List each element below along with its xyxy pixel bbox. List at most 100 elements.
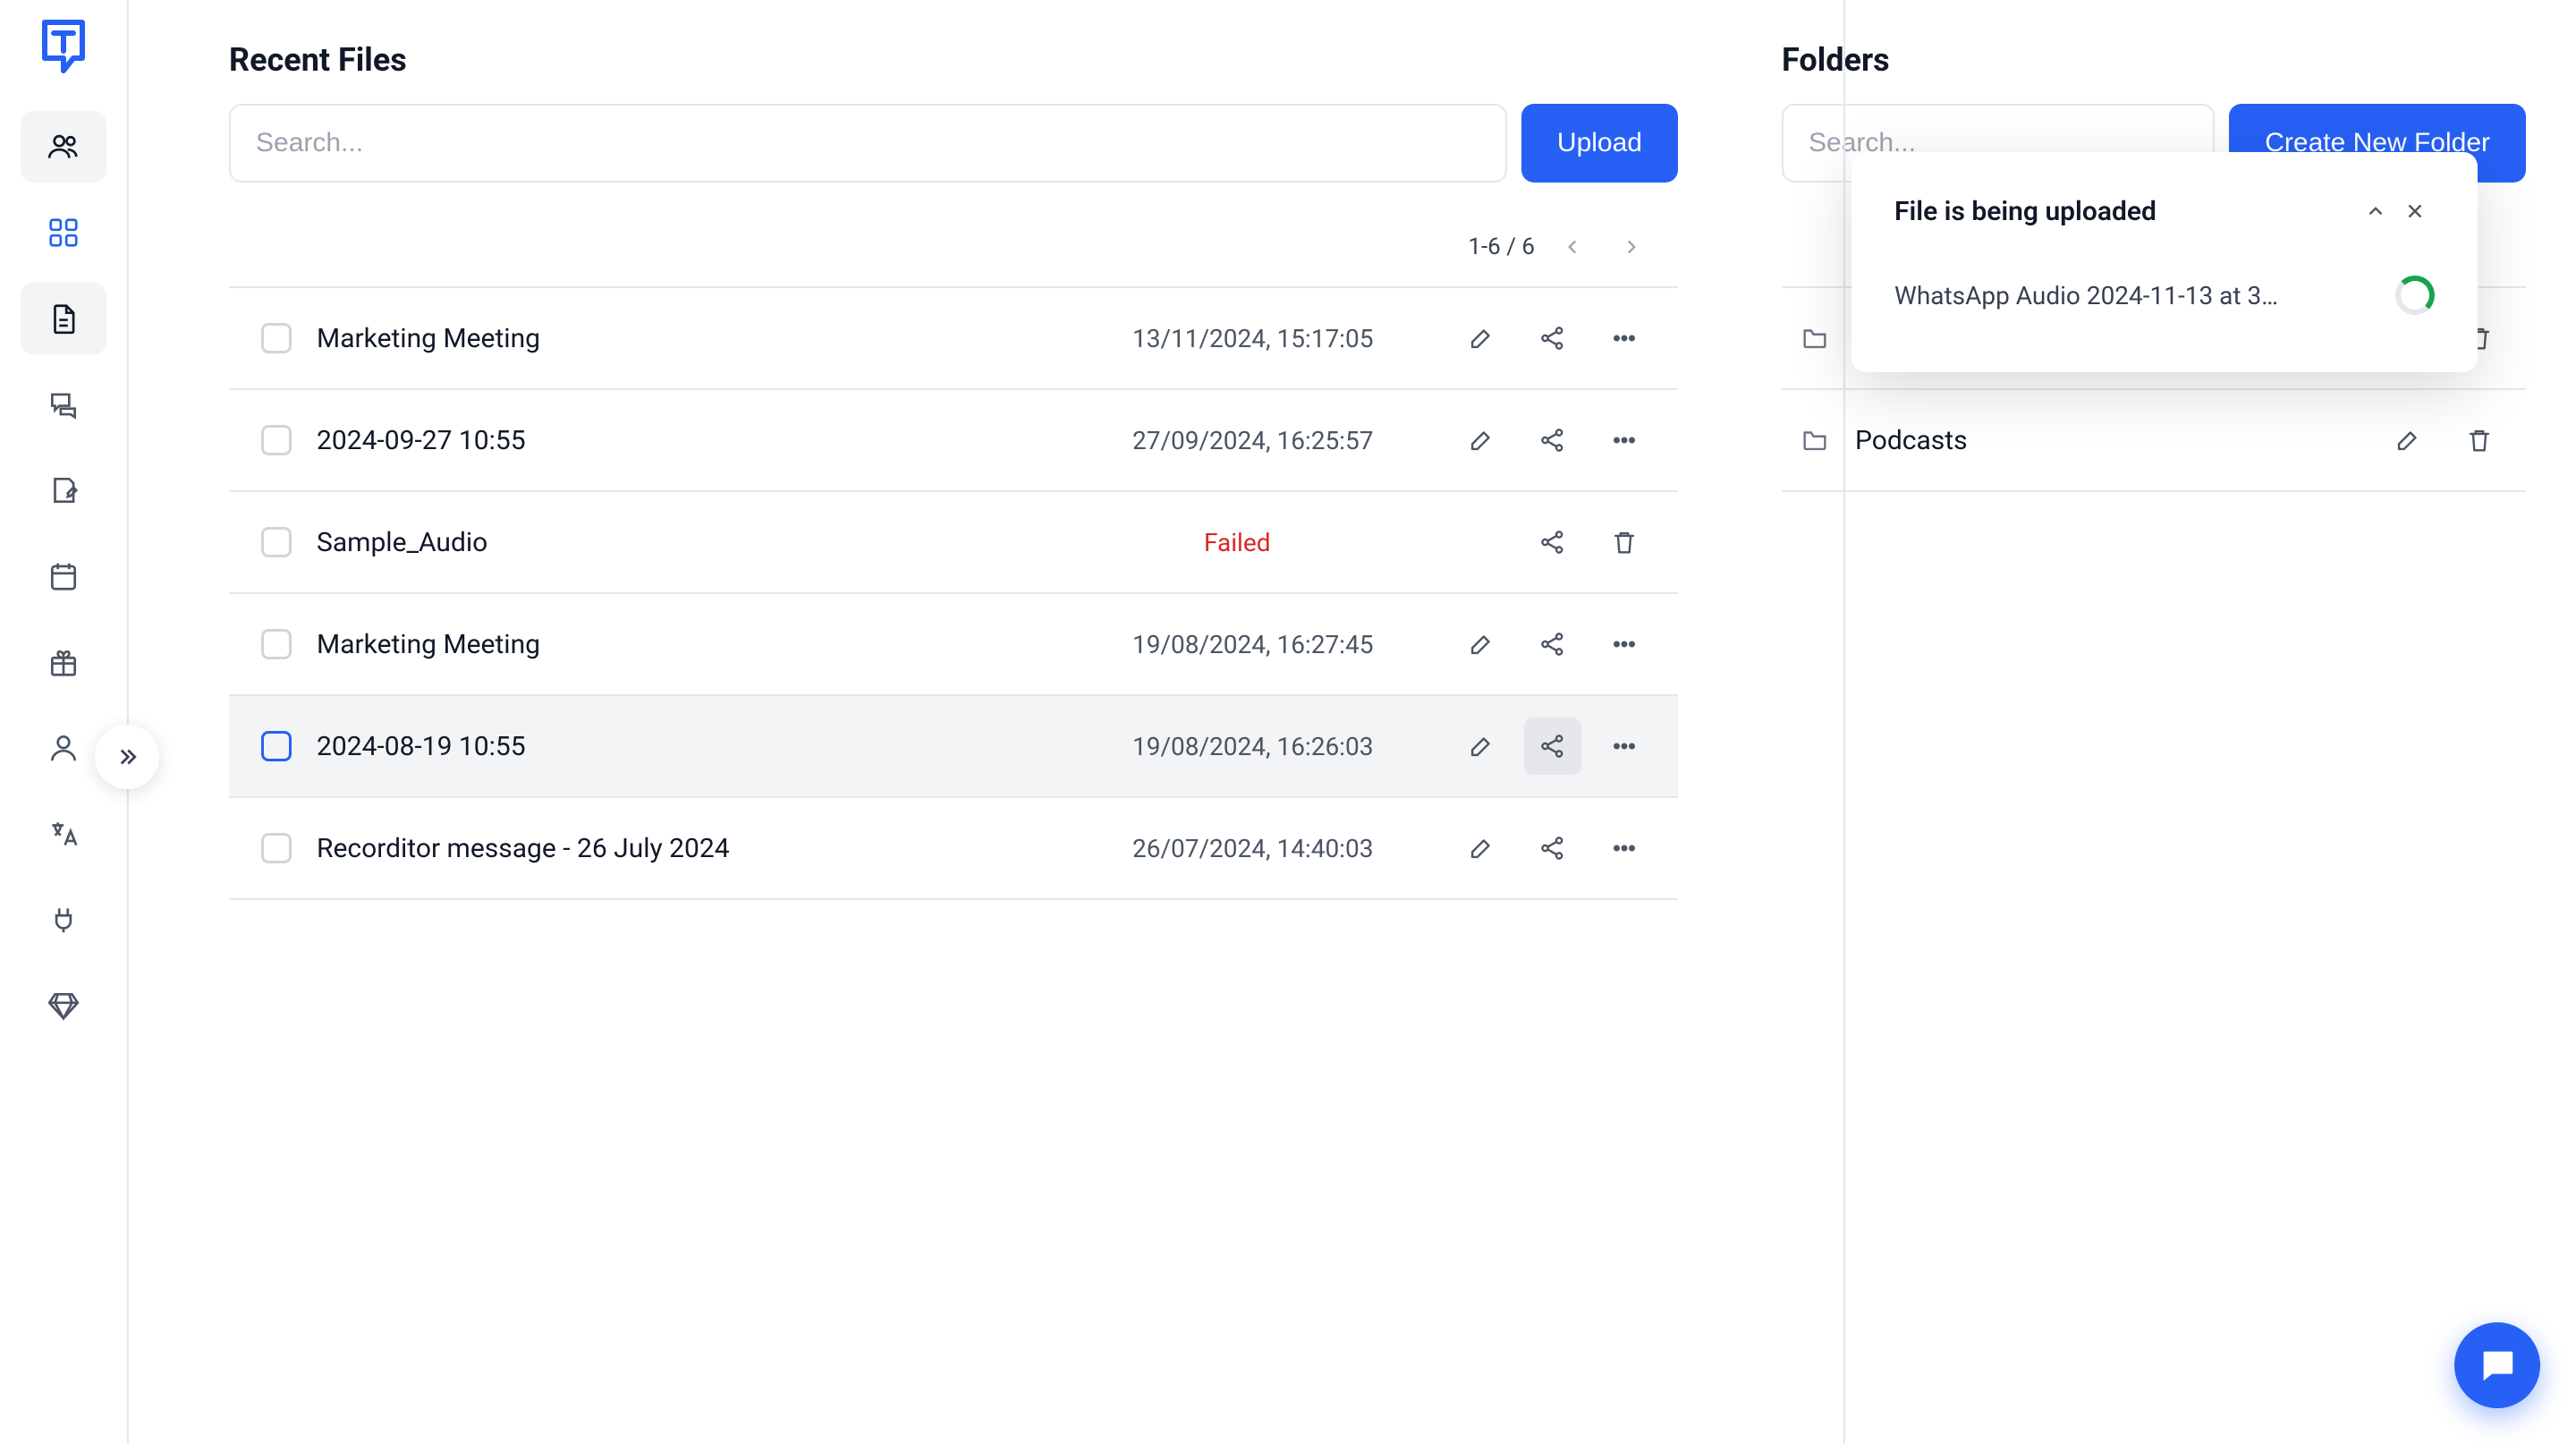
pager-next-button[interactable]: [1610, 225, 1653, 268]
file-actions: [1524, 514, 1653, 571]
toast-upload-item: WhatsApp Audio 2024-11-13 at 3…: [1894, 259, 2435, 340]
file-checkbox[interactable]: [261, 527, 292, 557]
file-timestamp: 13/11/2024, 15:17:05: [1132, 324, 1428, 353]
edit-button[interactable]: [1453, 718, 1510, 775]
plug-icon: [47, 903, 80, 937]
file-timestamp: 19/08/2024, 16:26:03: [1132, 732, 1428, 761]
people-icon: [47, 130, 80, 164]
folder-icon: [1800, 323, 1830, 353]
upload-toast: File is being uploaded WhatsApp Audio 20…: [1852, 152, 2478, 372]
file-row[interactable]: Marketing Meeting 13/11/2024, 15:17:05: [229, 288, 1678, 390]
sidebar-item-plugins[interactable]: [21, 884, 106, 956]
chat-launcher[interactable]: [2454, 1322, 2540, 1408]
trash-icon: [2464, 425, 2495, 455]
share-button[interactable]: [1524, 310, 1581, 367]
share-button[interactable]: [1524, 412, 1581, 469]
file-row[interactable]: Sample_AudioFailed: [229, 492, 1678, 594]
file-name: 2024-08-19 10:55: [317, 731, 1107, 762]
file-actions: [1453, 310, 1653, 367]
sidebar-item-profile[interactable]: [21, 712, 106, 784]
pager-range: 1-6 / 6: [1468, 234, 1535, 260]
folders-title: Folders: [1782, 41, 2526, 79]
chevron-up-icon: [2364, 200, 2387, 223]
pager-prev-button[interactable]: [1551, 225, 1594, 268]
delete-button[interactable]: [1596, 514, 1653, 571]
app-logo[interactable]: [39, 16, 88, 79]
folder-icon: [1800, 425, 1830, 455]
file-checkbox[interactable]: [261, 833, 292, 863]
file-name: Recorditor message - 26 July 2024: [317, 833, 1107, 864]
more-button[interactable]: [1596, 310, 1653, 367]
share-button[interactable]: [1524, 616, 1581, 673]
sidebar: [0, 0, 129, 1444]
toast-collapse-button[interactable]: [2356, 191, 2395, 231]
edit-button[interactable]: [1453, 310, 1510, 367]
trash-icon: [1609, 527, 1640, 557]
more-button[interactable]: [1596, 616, 1653, 673]
share-button[interactable]: [1524, 514, 1581, 571]
user-icon: [47, 731, 80, 765]
upload-spinner: [2395, 276, 2435, 315]
file-timestamp: 27/09/2024, 16:25:57: [1132, 426, 1428, 455]
file-name: Marketing Meeting: [317, 323, 1107, 354]
recent-files-title: Recent Files: [229, 41, 1678, 79]
more-button[interactable]: [1596, 820, 1653, 877]
file-timestamp: 19/08/2024, 16:27:45: [1132, 630, 1428, 659]
file-checkbox[interactable]: [261, 629, 292, 659]
share-icon: [1538, 731, 1568, 761]
file-checkbox[interactable]: [261, 323, 292, 353]
file-icon: [47, 302, 80, 336]
file-actions: [1453, 820, 1653, 877]
sidebar-item-notes[interactable]: [21, 454, 106, 526]
file-timestamp: 26/07/2024, 14:40:03: [1132, 834, 1428, 863]
sidebar-item-translate[interactable]: [21, 798, 106, 870]
sidebar-item-premium[interactable]: [21, 970, 106, 1041]
share-button[interactable]: [1524, 718, 1581, 775]
more-icon: [1609, 323, 1640, 353]
file-name: 2024-09-27 10:55: [317, 425, 1107, 456]
file-checkbox[interactable]: [261, 731, 292, 761]
sidebar-item-chat[interactable]: [21, 369, 106, 440]
more-button[interactable]: [1596, 412, 1653, 469]
share-button[interactable]: [1524, 820, 1581, 877]
dashboard-icon: [47, 216, 80, 250]
file-row[interactable]: Recorditor message - 26 July 2024 26/07/2…: [229, 798, 1678, 900]
file-row[interactable]: Marketing Meeting19/08/2024, 16:27:45: [229, 594, 1678, 696]
share-icon: [1538, 527, 1568, 557]
file-actions: [1453, 412, 1653, 469]
close-icon: [2403, 200, 2427, 223]
more-icon: [1609, 425, 1640, 455]
more-button[interactable]: [1596, 718, 1653, 775]
files-list: Marketing Meeting 13/11/2024, 15:17:05 202…: [229, 288, 1678, 900]
more-icon: [1609, 629, 1640, 659]
edit-icon: [1466, 323, 1496, 353]
delete-button[interactable]: [2451, 412, 2508, 469]
folder-actions: [2379, 412, 2508, 469]
sidebar-item-dashboard[interactable]: [21, 197, 106, 268]
chat-bubble-icon: [2477, 1345, 2518, 1386]
file-row[interactable]: 2024-08-19 10:55 19/08/2024, 16:26:03: [229, 696, 1678, 798]
files-search-input[interactable]: [229, 104, 1507, 183]
upload-button[interactable]: Upload: [1521, 104, 1678, 183]
file-row[interactable]: 2024-09-27 10:55 27/09/2024, 16:25:57: [229, 390, 1678, 492]
sidebar-item-gift[interactable]: [21, 626, 106, 698]
edit-button[interactable]: [2379, 412, 2436, 469]
toast-close-button[interactable]: [2395, 191, 2435, 231]
folder-row[interactable]: Podcasts: [1782, 390, 2526, 492]
toast-filename: WhatsApp Audio 2024-11-13 at 3…: [1894, 281, 2395, 310]
chevron-right-icon: [1620, 235, 1643, 259]
sidebar-item-files[interactable]: [21, 283, 106, 354]
translate-icon: [47, 817, 80, 851]
edit-button[interactable]: [1453, 616, 1510, 673]
edit-button[interactable]: [1453, 412, 1510, 469]
file-checkbox[interactable]: [261, 425, 292, 455]
edit-note-icon: [47, 473, 80, 507]
share-icon: [1538, 425, 1568, 455]
calendar-icon: [47, 559, 80, 593]
edit-icon: [2393, 425, 2423, 455]
share-icon: [1538, 629, 1568, 659]
sidebar-item-people[interactable]: [21, 111, 106, 183]
edit-button[interactable]: [1453, 820, 1510, 877]
sidebar-item-calendar[interactable]: [21, 540, 106, 612]
gift-icon: [47, 645, 80, 679]
